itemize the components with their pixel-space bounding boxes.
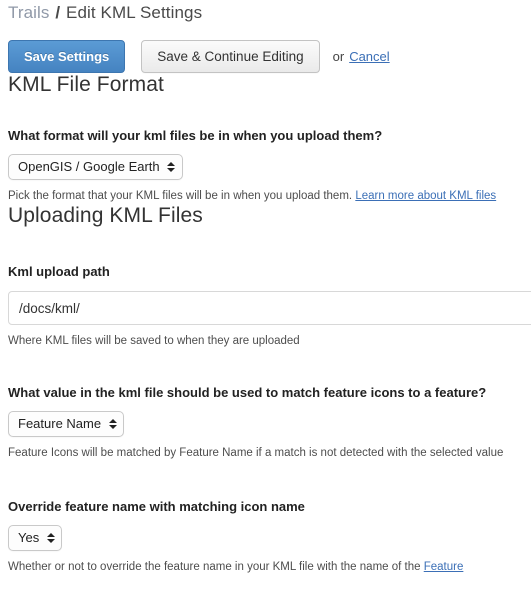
chevron-updown-icon: [46, 533, 55, 543]
breadcrumb-parent-link[interactable]: Trails: [8, 3, 50, 22]
or-label: or: [332, 49, 345, 64]
kml-upload-path-label: Kml upload path: [8, 264, 110, 279]
kml-format-select-value: OpenGIS / Google Earth: [18, 159, 160, 174]
override-feature-name-label: Override feature name with matching icon…: [8, 499, 305, 514]
kml-format-help-text: Pick the format that your KML files will…: [8, 189, 531, 204]
learn-more-kml-files-link[interactable]: Learn more about KML files: [355, 190, 496, 202]
section-title-kml-file-format: KML File Format: [8, 73, 164, 96]
chevron-updown-icon: [167, 162, 176, 172]
override-feature-name-help-sentence: Whether or not to override the feature n…: [8, 561, 421, 573]
override-feature-name-select-value: Yes: [18, 530, 40, 545]
feature-link[interactable]: Feature: [424, 561, 464, 573]
field-override-feature-name: Override feature name with matching icon…: [8, 499, 531, 575]
match-feature-value-select-value: Feature Name: [18, 416, 102, 431]
chevron-updown-icon: [108, 419, 117, 429]
kml-format-select[interactable]: OpenGIS / Google Earth: [8, 154, 183, 180]
kml-upload-path-help-text: Where KML files will be saved to when th…: [8, 335, 300, 347]
breadcrumb: Trails / Edit KML Settings: [8, 0, 531, 23]
override-feature-name-select[interactable]: Yes: [8, 525, 63, 551]
match-feature-value-label: What value in the kml file should be use…: [8, 385, 487, 400]
breadcrumb-current: Edit KML Settings: [66, 3, 203, 22]
breadcrumb-separator: /: [55, 3, 61, 22]
kml-upload-path-input[interactable]: [8, 291, 531, 325]
match-feature-value-help-text: Feature Icons will be matched by Feature…: [8, 447, 504, 459]
kml-settings-page: Trails / Edit KML Settings Save Settings…: [0, 0, 531, 593]
kml-format-label: What format will your kml files be in wh…: [8, 128, 383, 143]
cancel-link[interactable]: Cancel: [349, 49, 389, 64]
override-feature-name-help-text: Whether or not to override the feature n…: [8, 560, 531, 575]
kml-format-help-sentence: Pick the format that your KML files will…: [8, 190, 353, 202]
section-title-uploading-kml-files: Uploading KML Files: [8, 204, 203, 227]
form-action-bar: Save Settings Save & Continue Editing or…: [8, 40, 531, 73]
field-kml-upload-path: Kml upload path Where KML files will be …: [8, 264, 531, 349]
save-and-continue-editing-button[interactable]: Save & Continue Editing: [141, 40, 320, 73]
field-kml-format: What format will your kml files be in wh…: [8, 128, 531, 204]
field-match-feature-value: What value in the kml file should be use…: [8, 385, 531, 461]
save-settings-button[interactable]: Save Settings: [8, 40, 126, 73]
match-feature-value-select[interactable]: Feature Name: [8, 411, 125, 437]
